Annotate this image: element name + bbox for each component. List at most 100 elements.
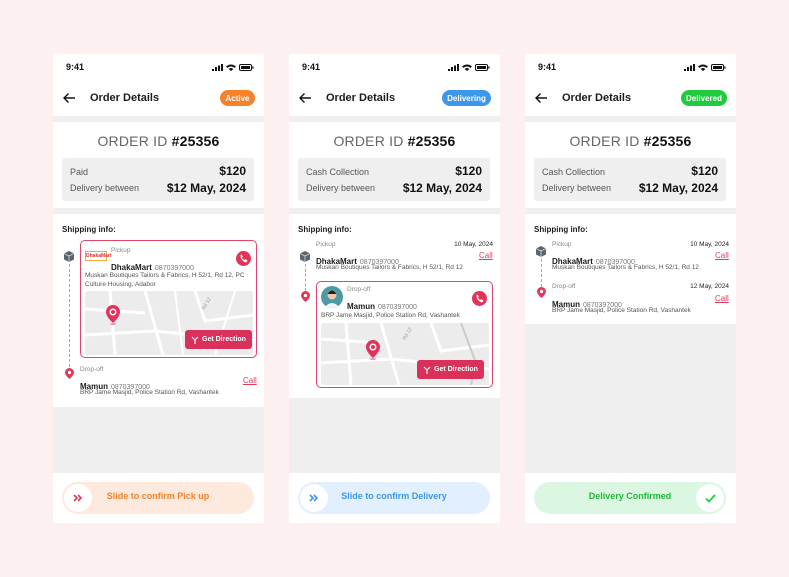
location-pin-icon [366,340,380,360]
slider-label: Slide to confirm Delivery [341,491,447,501]
payment-value: $120 [455,164,482,178]
package-icon [64,251,74,262]
phone-icon [476,294,484,303]
shipping-info: Shipping info: Pickup 10 May, 2024 Dhaka… [289,214,500,398]
pickup-label: Pickup [552,241,572,248]
dropoff-call-link[interactable]: Call [243,376,257,385]
pickup-call-link[interactable]: Call [715,251,729,260]
header: Order Details Delivered [525,82,736,116]
call-button[interactable] [472,291,487,306]
clock: 9:41 [66,62,85,72]
delivery-confirmed-bar: Delivery Confirmed [534,482,726,514]
signal-icon [212,64,223,71]
dropoff-card: Drop-off Mamun 0870397000 BRP Jame Masjid… [316,281,493,388]
dropoff-address: BRP Jame Masjid, Police Station Rd, Vash… [552,307,691,314]
dropoff-pin-icon [65,368,74,379]
dropoff-pin-icon [301,291,310,302]
payment-value: $120 [691,164,718,178]
back-arrow-icon[interactable] [62,91,76,105]
direction-icon [423,366,431,374]
location-pin-icon [106,305,120,325]
bottom-bar: Delivery Confirmed [525,473,736,523]
delivery-label: Delivery between [542,183,612,193]
shipping-info: Shipping info: DhakaMart Pickup DhakaMar… [53,214,264,407]
delivery-label: Delivery between [306,183,376,193]
payment-label: Paid [70,167,89,177]
battery-icon [475,64,490,71]
pickup-card: DhakaMart Pickup DhakaMart 0870397000 Mus… [80,240,257,358]
get-direction-button[interactable]: Get Direction [417,360,484,379]
dropoff-call-link[interactable]: Call [715,294,729,303]
dropoff-address: BRP Jame Masjid, Police Station Rd, Vash… [321,312,460,319]
shipping-label: Shipping info: [62,225,116,234]
order-id: ORDER ID #25356 [97,133,220,149]
bottom-bar: Slide to confirm Delivery [289,473,500,523]
header: Order Details Delivering [289,82,500,116]
wifi-icon [698,64,708,71]
slide-to-confirm[interactable]: Slide to confirm Delivery [298,482,490,514]
pickup-address: Muskan Boutiques Tailors & Fabrics, H 52… [552,264,699,271]
package-icon [536,246,546,257]
page-title: Order Details [562,92,632,104]
dropoff-date: 12 May, 2024 [690,283,729,290]
dropoff-label: Drop-off [552,283,576,290]
shipping-label: Shipping info: [534,225,588,234]
order-id: ORDER ID #25356 [569,133,692,149]
order-summary: ORDER ID #25356 Cash Collection $120 Del… [289,122,500,208]
package-icon [300,251,310,262]
screen-delivering: 9:41 Order Details Delivering ORDER ID #… [289,54,500,523]
status-bar: 9:41 [53,54,264,82]
dropoff-phone: 0870397000 [378,304,417,311]
pickup-address: Muskan Boutiques Tailors & Fabrics, H 52… [316,264,463,271]
dropoff-address: BRP Jame Masjid, Police Station Rd, Vash… [80,389,219,396]
back-arrow-icon[interactable] [534,91,548,105]
get-direction-button[interactable]: Get Direction [185,330,252,349]
direction-icon [191,336,199,344]
header: Order Details Active [53,82,264,116]
order-summary: ORDER ID #25356 Paid $120 Delivery betwe… [53,122,264,208]
page-title: Order Details [90,92,160,104]
pickup-call-link[interactable]: Call [479,251,493,260]
delivery-label: Delivery between [70,183,140,193]
wifi-icon [226,64,236,71]
pickup-date: 10 May, 2024 [690,241,729,248]
map[interactable]: Rd 12 Get Direction [321,323,489,385]
screen-delivered: 9:41 Order Details Delivered ORDER ID #2… [525,54,736,523]
dropoff-pin-icon [537,287,546,298]
signal-icon [448,64,459,71]
slider-label: Slide to confirm Pick up [106,491,210,501]
pickup-label: Pickup [111,247,131,254]
slide-to-confirm[interactable]: Slide to confirm Pick up [62,482,254,514]
pickup-date: 10 May, 2024 [454,241,493,248]
status-badge: Active [220,90,255,106]
delivery-value: $12 May, 2024 [166,181,246,195]
delivery-value: $12 May, 2024 [638,181,718,195]
clock: 9:41 [302,62,321,72]
shipping-label: Shipping info: [298,225,352,234]
wifi-icon [462,64,472,71]
status-bar: 9:41 [525,54,736,82]
order-id: ORDER ID #25356 [333,133,456,149]
pickup-label: Pickup [316,241,336,248]
order-summary: ORDER ID #25356 Cash Collection $120 Del… [525,122,736,208]
pickup-address: Muskan Boutiques Tailors & Fabrics, H 52… [85,272,245,288]
map[interactable]: Rd 12 Get Direction [85,291,253,355]
payment-box: Cash Collection $120 Delivery between $1… [298,158,490,201]
status-badge: Delivering [442,90,491,106]
check-icon [704,493,716,503]
screen-active: 9:41 Order Details Active ORDER ID #2535… [53,54,264,523]
battery-icon [239,64,254,71]
payment-label: Cash Collection [306,167,370,177]
clock: 9:41 [538,62,557,72]
check-knob [696,484,724,512]
back-arrow-icon[interactable] [298,91,312,105]
payment-label: Cash Collection [542,167,606,177]
payment-box: Paid $120 Delivery between $12 May, 2024 [62,158,254,201]
call-button[interactable] [236,251,251,266]
signal-icon [684,64,695,71]
battery-icon [711,64,726,71]
payment-value: $120 [219,164,246,178]
dropoff-name: Mamun [347,302,375,311]
avatar [321,286,343,308]
phone-icon [240,254,248,263]
